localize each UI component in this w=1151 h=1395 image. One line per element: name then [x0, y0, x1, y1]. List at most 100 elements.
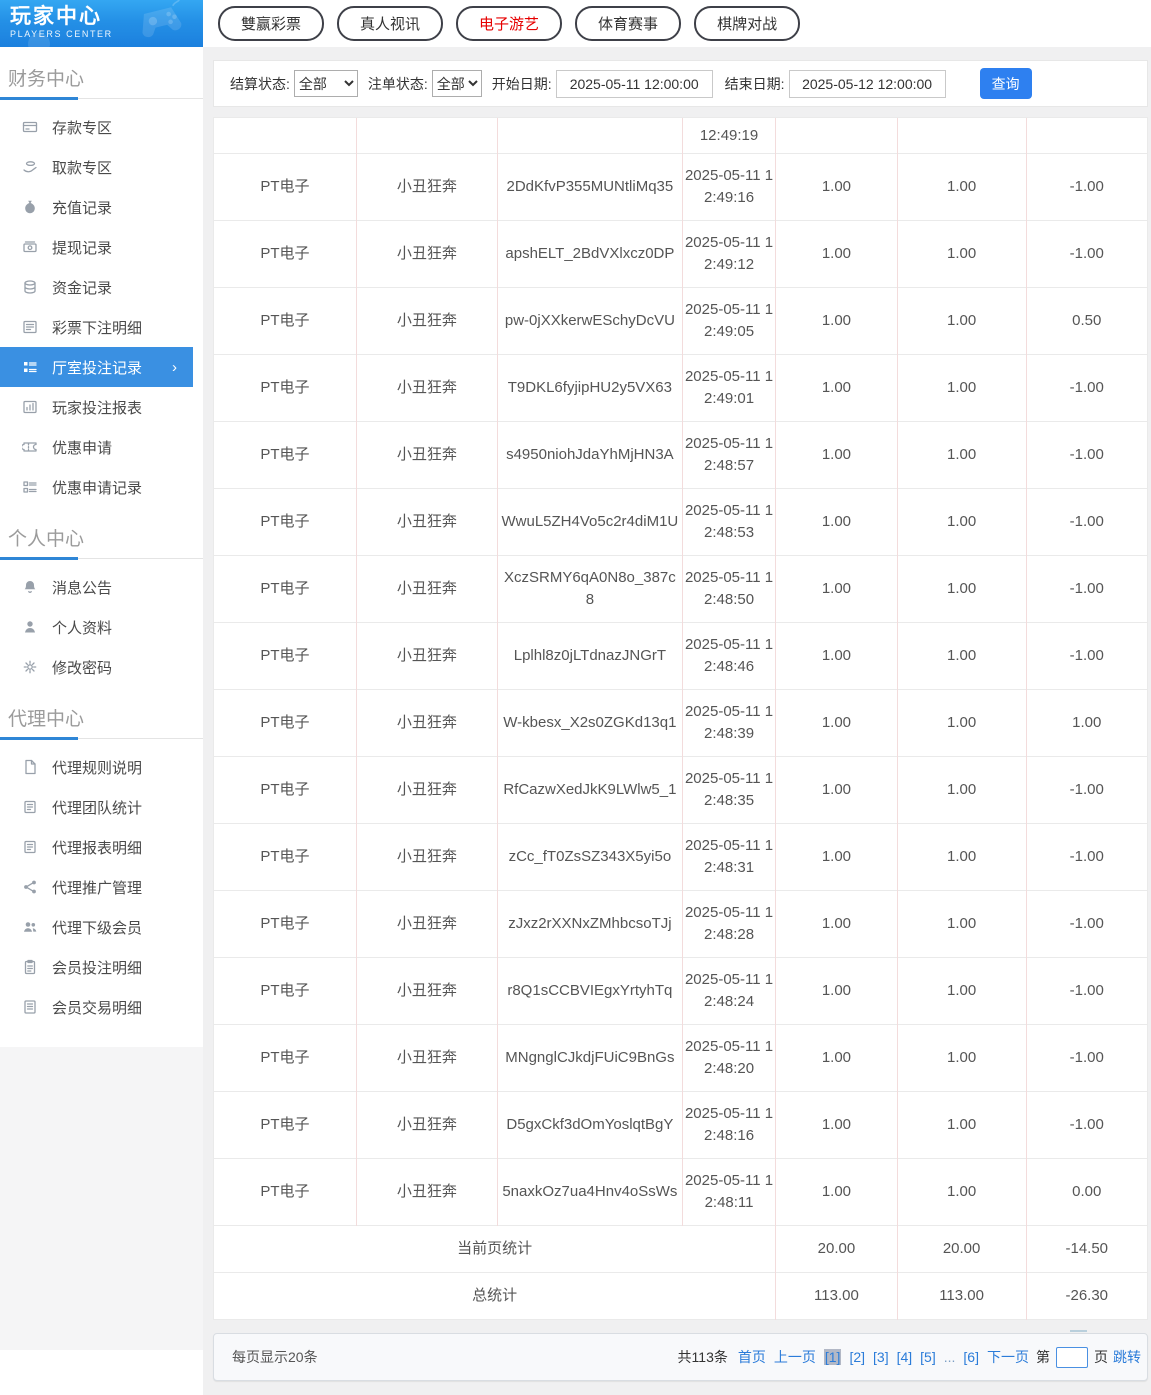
tab-sports-events[interactable]: 体育赛事: [575, 6, 682, 41]
table-cell: 1.00: [775, 153, 898, 221]
table-cell: [775, 117, 898, 154]
table-cell: r8Q1sCCBVIEgxYrtyhTq: [496, 957, 683, 1025]
table-cell: 1.00: [775, 689, 898, 757]
pagination-bar: 每页显示20条 共113条 首页 上一页 [1] [2] [3] [4] [5]...[…: [213, 1333, 1148, 1381]
order-status-select[interactable]: 全部: [431, 70, 482, 97]
sidebar-item-withdraw-zone[interactable]: 取款专区: [0, 147, 203, 187]
tab-board-card-games[interactable]: 棋牌对战: [694, 6, 801, 41]
sidebar-item-recharge-record[interactable]: 充值记录: [0, 187, 203, 227]
table-cell: 1.00: [775, 1024, 898, 1092]
next-page-link[interactable]: 下一页: [987, 1347, 1029, 1367]
sidebar-item-promo-apply-record[interactable]: 优惠申请记录: [0, 467, 203, 507]
section-divider: [0, 557, 203, 560]
sidebar-item-member-transaction-detail[interactable]: 会员交易明细: [0, 987, 203, 1027]
logo: 玩家中心 PLAYERS CENTER: [0, 0, 203, 47]
page-summary-row: 当前页统计 20.00 20.00 -14.50: [213, 1225, 1148, 1273]
section-title-finance: 财务中心: [8, 69, 85, 90]
page-link[interactable]: [2]: [849, 1349, 865, 1365]
table-cell: Lplhl8z0jLTdnazJNGrT: [496, 622, 683, 690]
settle-status-select[interactable]: 全部: [293, 70, 358, 97]
sidebar-item-personal-profile[interactable]: 个人资料: [0, 607, 203, 647]
money-bag-icon: [22, 199, 40, 215]
sidebar-item-agent-promotion[interactable]: 代理推广管理: [0, 867, 203, 907]
table-row: PT电子 小丑狂奔 zCc_fT0ZsSZ343X5yi5o 2025-05-11 1…: [213, 823, 1148, 891]
page-links: [1] [2] [3] [4] [5]... [6]: [820, 1349, 983, 1365]
table-cell: PT电子: [213, 1091, 357, 1159]
table-cell: 小丑狂奔: [355, 890, 498, 958]
sidebar-item-change-password[interactable]: 修改密码: [0, 647, 203, 687]
page-link[interactable]: [4]: [897, 1349, 913, 1365]
first-page-link[interactable]: 首页: [738, 1347, 766, 1367]
sidebar-item-withdraw-record[interactable]: 提现记录: [0, 227, 203, 267]
total-summary-valid: 113.00: [896, 1272, 1027, 1320]
tab-live-video[interactable]: 真人视讯: [337, 6, 444, 41]
table-cell: pw-0jXXkerwESchyDcVU: [496, 287, 683, 355]
sidebar-item-promo-apply[interactable]: 优惠申请: [0, 427, 203, 467]
table-row: PT电子 小丑狂奔 T9DKL6fyjipHU2y5VX63 2025-05-11 1…: [213, 354, 1148, 422]
table-cell: 小丑狂奔: [355, 220, 498, 288]
page-summary-label: 当前页统计: [213, 1225, 776, 1273]
table-cell: PT电子: [213, 153, 357, 221]
page-link[interactable]: [1]: [823, 1349, 842, 1365]
table-row: PT电子 小丑狂奔 r8Q1sCCBVIEgxYrtyhTq 2025-05-11 1…: [213, 957, 1148, 1025]
table-cell: 2025-05-11 12:48:39: [681, 689, 776, 757]
sidebar-item-funds-record[interactable]: 资金记录: [0, 267, 203, 307]
sidebar-item-deposit-zone[interactable]: 存款专区: [0, 107, 203, 147]
coins-icon: [22, 279, 40, 295]
sidebar-item-agent-report-detail[interactable]: 代理报表明细: [0, 827, 203, 867]
sidebar-item-agent-rules[interactable]: 代理规则说明: [0, 747, 203, 787]
table-cell: 1.00: [896, 488, 1027, 556]
board-report-icon: [22, 799, 40, 815]
table-cell: apshELT_2BdVXlxcz0DP: [496, 220, 683, 288]
table-row: PT电子 小丑狂奔 Lplhl8z0jLTdnazJNGrT 2025-05-11 1…: [213, 622, 1148, 690]
sidebar-item-member-bet-detail[interactable]: 会员投注明细: [0, 947, 203, 987]
user-icon: [22, 619, 40, 635]
table-cell: PT电子: [213, 756, 357, 824]
page-link[interactable]: [5]: [920, 1349, 936, 1365]
table-cell: 小丑狂奔: [355, 488, 498, 556]
sidebar-item-hall-bet-record[interactable]: 厅室投注记录 ›: [0, 347, 193, 387]
sidebar-item-agent-sub-members[interactable]: 代理下级会员: [0, 907, 203, 947]
tab-electronic-games[interactable]: 电子游艺: [456, 6, 563, 41]
table-cell: -1.00: [1025, 823, 1148, 891]
page-link[interactable]: [3]: [873, 1349, 889, 1365]
table-cell: 1.00: [775, 354, 898, 422]
page-link[interactable]: [6]: [963, 1349, 979, 1365]
end-date-input[interactable]: [788, 69, 946, 98]
table-row: PT电子 小丑狂奔 W-kbesx_X2s0ZGKd13q1 2025-05-11 1…: [213, 689, 1148, 757]
jump-button[interactable]: 跳转: [1113, 1347, 1141, 1367]
settle-status-label: 结算状态:: [230, 75, 290, 92]
search-button[interactable]: 查询: [979, 68, 1032, 99]
table-cell: 小丑狂奔: [355, 957, 498, 1025]
table-cell: 1.00: [896, 1024, 1027, 1092]
gear-icon: [22, 659, 40, 675]
game-category-tabs: 雙赢彩票 真人视讯 电子游艺 体育赛事 棋牌对战: [203, 0, 1151, 47]
table-cell: 0.00: [1025, 1158, 1148, 1226]
grid-list-icon: [22, 359, 40, 375]
table-cell: [355, 117, 498, 154]
table-cell: zJxz2rXXNxZMhbcsoTJj: [496, 890, 683, 958]
sidebar-item-lottery-bet-detail[interactable]: 彩票下注明细: [0, 307, 203, 347]
table-cell: 1.00: [896, 823, 1027, 891]
sidebar-item-agent-team-stats[interactable]: 代理团队统计: [0, 787, 203, 827]
table-cell: 2025-05-11 12:48:11: [681, 1158, 776, 1226]
table-cell: 1.00: [775, 957, 898, 1025]
sidebar-item-player-bet-report[interactable]: 玩家投注报表: [0, 387, 203, 427]
total-count: 共113条: [677, 1349, 728, 1365]
table-cell: -1.00: [1025, 354, 1148, 422]
table-cell: PT电子: [213, 1024, 357, 1092]
page-ellipsis: ...: [943, 1349, 956, 1365]
table-cell: 1.00: [896, 1091, 1027, 1159]
table-cell: 小丑狂奔: [355, 1091, 498, 1159]
table-cell: PT电子: [213, 354, 357, 422]
sidebar-item-message-notice[interactable]: 消息公告: [0, 567, 203, 607]
bet-records-table-card: 12:49:19 PT电子 小丑狂奔 2DdKfvP355MUNtliMq35 202…: [213, 117, 1148, 1320]
prev-page-link[interactable]: 上一页: [774, 1347, 816, 1367]
start-date-input[interactable]: [555, 69, 713, 98]
table-cell: 1.00: [775, 1158, 898, 1226]
tab-double-win-lottery[interactable]: 雙赢彩票: [218, 6, 325, 41]
table-cell: -1.00: [1025, 488, 1148, 556]
table-cell: 2025-05-11 12:49:16: [681, 153, 776, 221]
table-cell: 小丑狂奔: [355, 1024, 498, 1092]
table-cell: 1.00: [896, 1158, 1027, 1226]
